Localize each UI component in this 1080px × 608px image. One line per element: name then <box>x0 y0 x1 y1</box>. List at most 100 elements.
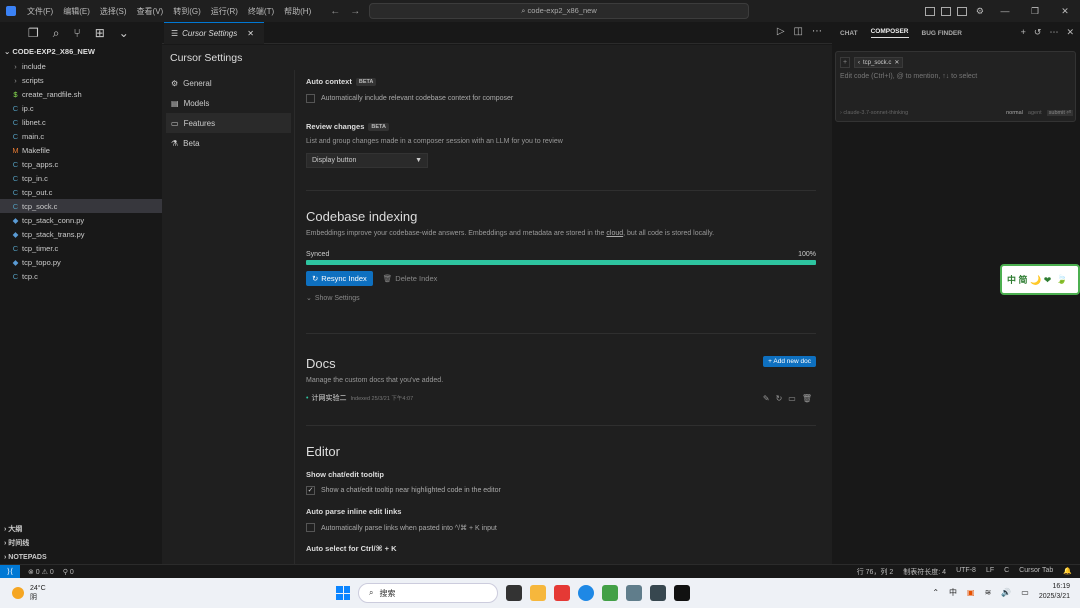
ports-status[interactable]: ⚲ 0 <box>63 568 74 576</box>
file-item[interactable]: ◆ tcp_topo.py <box>0 255 162 269</box>
history-icon[interactable]: ↺ <box>1034 27 1042 38</box>
language-mode[interactable]: C <box>1004 567 1009 577</box>
start-button[interactable] <box>336 586 350 600</box>
app-red-icon[interactable] <box>554 585 570 601</box>
add-context-button[interactable]: + <box>840 57 850 68</box>
more-icon[interactable]: ⋯ <box>812 26 822 37</box>
add-new-doc-button[interactable]: + Add new doc <box>763 356 816 367</box>
file-item[interactable]: Cip.c <box>0 101 162 115</box>
file-item[interactable]: Ctcp_sock.c <box>0 199 162 213</box>
task-view-icon[interactable] <box>506 585 522 601</box>
menu-go[interactable]: 转到(G) <box>168 6 206 17</box>
ime-floating-widget[interactable]: 中 简 🌙 ❤ 🍃 <box>1000 264 1080 295</box>
clock[interactable]: 16:19 2025/3/21 <box>1039 582 1070 602</box>
tab-chat[interactable]: CHAT <box>840 30 858 37</box>
browser-icon[interactable]: ▭ <box>788 394 796 403</box>
gear-icon[interactable]: ⚙ <box>976 6 984 17</box>
submit-button[interactable]: submit ⏎ <box>1046 110 1073 116</box>
tab-size[interactable]: 制表符长度: 4 <box>903 567 946 577</box>
file-item[interactable]: Cmain.c <box>0 129 162 143</box>
file-explorer-icon[interactable] <box>530 585 546 601</box>
toggle-panel-icon[interactable] <box>940 6 951 16</box>
file-item[interactable]: ◆ tcp_stack_trans.py <box>0 227 162 241</box>
browser-icon[interactable] <box>578 585 594 601</box>
nav-beta[interactable]: ⚗ Beta <box>166 133 291 153</box>
source-control-icon[interactable]: ⑂ <box>74 26 81 40</box>
file-item[interactable]: Ctcp_out.c <box>0 185 162 199</box>
close-icon[interactable]: ✕ <box>894 59 899 66</box>
file-item[interactable]: Clibnet.c <box>0 115 162 129</box>
line-ending[interactable]: LF <box>986 567 994 577</box>
delete-index-button[interactable]: 🗑 Delete Index <box>383 274 438 283</box>
cursor-position[interactable]: 行 76，列 2 <box>857 567 894 577</box>
menu-edit[interactable]: 编辑(E) <box>58 6 95 17</box>
toggle-secondary-sidebar-icon[interactable] <box>956 6 967 16</box>
context-chip[interactable]: ‹ tcp_sock.c ✕ <box>854 57 904 68</box>
more-icon[interactable]: ⋯ <box>1049 27 1058 38</box>
trash-icon[interactable]: 🗑 <box>802 394 812 403</box>
taskbar-search[interactable]: ⌕ 搜索 <box>358 583 498 603</box>
nav-features[interactable]: ▭ Features <box>166 113 291 133</box>
doc-entry[interactable]: • 计网实验二 Indexed 25/3/21 下午4:07 ✎ ↻ ▭ 🗑 <box>306 393 818 403</box>
chevron-down-icon[interactable]: ⌄ <box>119 26 129 40</box>
file-item[interactable]: Ctcp_apps.c <box>0 157 162 171</box>
review-changes-select[interactable]: Display button ▼ <box>306 153 428 168</box>
wifi-icon[interactable]: ≋ <box>985 588 992 597</box>
toggle-sidebar-icon[interactable] <box>924 6 935 16</box>
menu-selection[interactable]: 选择(S) <box>95 6 132 17</box>
menu-terminal[interactable]: 终端(T) <box>243 6 279 17</box>
cursor-app-icon[interactable] <box>674 585 690 601</box>
encoding[interactable]: UTF-8 <box>956 567 976 577</box>
remote-icon[interactable]: ⟩⟨ <box>0 564 20 579</box>
resync-index-button[interactable]: ↻ Resync Index <box>306 271 373 286</box>
chevron-up-icon[interactable]: ⌃ <box>932 588 939 597</box>
new-chat-icon[interactable]: + <box>1021 27 1026 38</box>
file-item[interactable]: Ctcp.c <box>0 269 162 283</box>
nav-general[interactable]: ⚙ General <box>166 73 291 93</box>
battery-icon[interactable]: ▭ <box>1021 588 1029 597</box>
folder-item[interactable]: › include <box>0 59 162 73</box>
tab-cursor-settings[interactable]: ☰ Cursor Settings ✕ <box>164 22 264 44</box>
maximize-button[interactable]: ❐ <box>1020 6 1050 17</box>
ime-indicator[interactable]: 中 <box>949 587 957 598</box>
extensions-icon[interactable]: ⊞ <box>95 26 105 40</box>
show-settings-toggle[interactable]: ⌄ Show Settings <box>306 294 360 303</box>
app-green-icon[interactable] <box>602 585 618 601</box>
model-selector[interactable]: › claude-3.7-sonnet-thinking <box>840 110 908 116</box>
files-icon[interactable]: ❐ <box>28 26 39 40</box>
section-outline[interactable]: › 大纲 <box>0 522 162 536</box>
minimize-button[interactable]: — <box>990 6 1020 16</box>
mode-normal[interactable]: normal <box>1006 110 1023 116</box>
weather-widget[interactable]: 24°C 阴 <box>0 584 46 602</box>
vm-app-icon[interactable] <box>650 585 666 601</box>
refresh-icon[interactable]: ↻ <box>776 394 783 403</box>
close-icon[interactable]: ✕ <box>1066 27 1074 38</box>
folder-item[interactable]: › scripts <box>0 73 162 87</box>
run-icon[interactable]: ▷ <box>777 26 785 37</box>
composer-input[interactable]: + ‹ tcp_sock.c ✕ Edit code (Ctrl+I), @ to … <box>835 51 1076 122</box>
settings-app-icon[interactable] <box>626 585 642 601</box>
forward-arrow-icon[interactable]: → <box>350 6 360 17</box>
mode-agent[interactable]: agent <box>1028 110 1042 116</box>
edit-icon[interactable]: ✎ <box>763 394 770 403</box>
section-notepads[interactable]: › NOTEPADS <box>0 550 162 564</box>
file-item[interactable]: Ctcp_timer.c <box>0 241 162 255</box>
bell-icon[interactable]: 🔔 <box>1063 567 1072 577</box>
tooltip-checkbox[interactable]: ✓ <box>306 486 315 495</box>
menu-view[interactable]: 查看(V) <box>132 6 169 17</box>
split-editor-icon[interactable]: ◫ <box>794 26 803 37</box>
nav-models[interactable]: ▤ Models <box>166 93 291 113</box>
section-timeline[interactable]: › 时间线 <box>0 536 162 550</box>
menu-help[interactable]: 帮助(H) <box>279 6 316 17</box>
tab-bug-finder[interactable]: BUG FINDER <box>922 30 962 37</box>
menu-file[interactable]: 文件(F) <box>22 6 58 17</box>
close-button[interactable]: ✕ <box>1050 6 1080 17</box>
parse-links-checkbox[interactable] <box>306 523 315 532</box>
problems-status[interactable]: ⊗ 0 ⚠ 0 <box>28 568 54 576</box>
file-item[interactable]: M Makefile <box>0 143 162 157</box>
app-tray-icon[interactable]: ▣ <box>967 588 975 597</box>
menu-run[interactable]: 运行(R) <box>206 6 243 17</box>
back-arrow-icon[interactable]: ← <box>330 6 340 17</box>
auto-context-checkbox[interactable] <box>306 94 315 103</box>
explorer-title[interactable]: ⌄ CODE-EXP2_X86_NEW <box>0 44 162 59</box>
